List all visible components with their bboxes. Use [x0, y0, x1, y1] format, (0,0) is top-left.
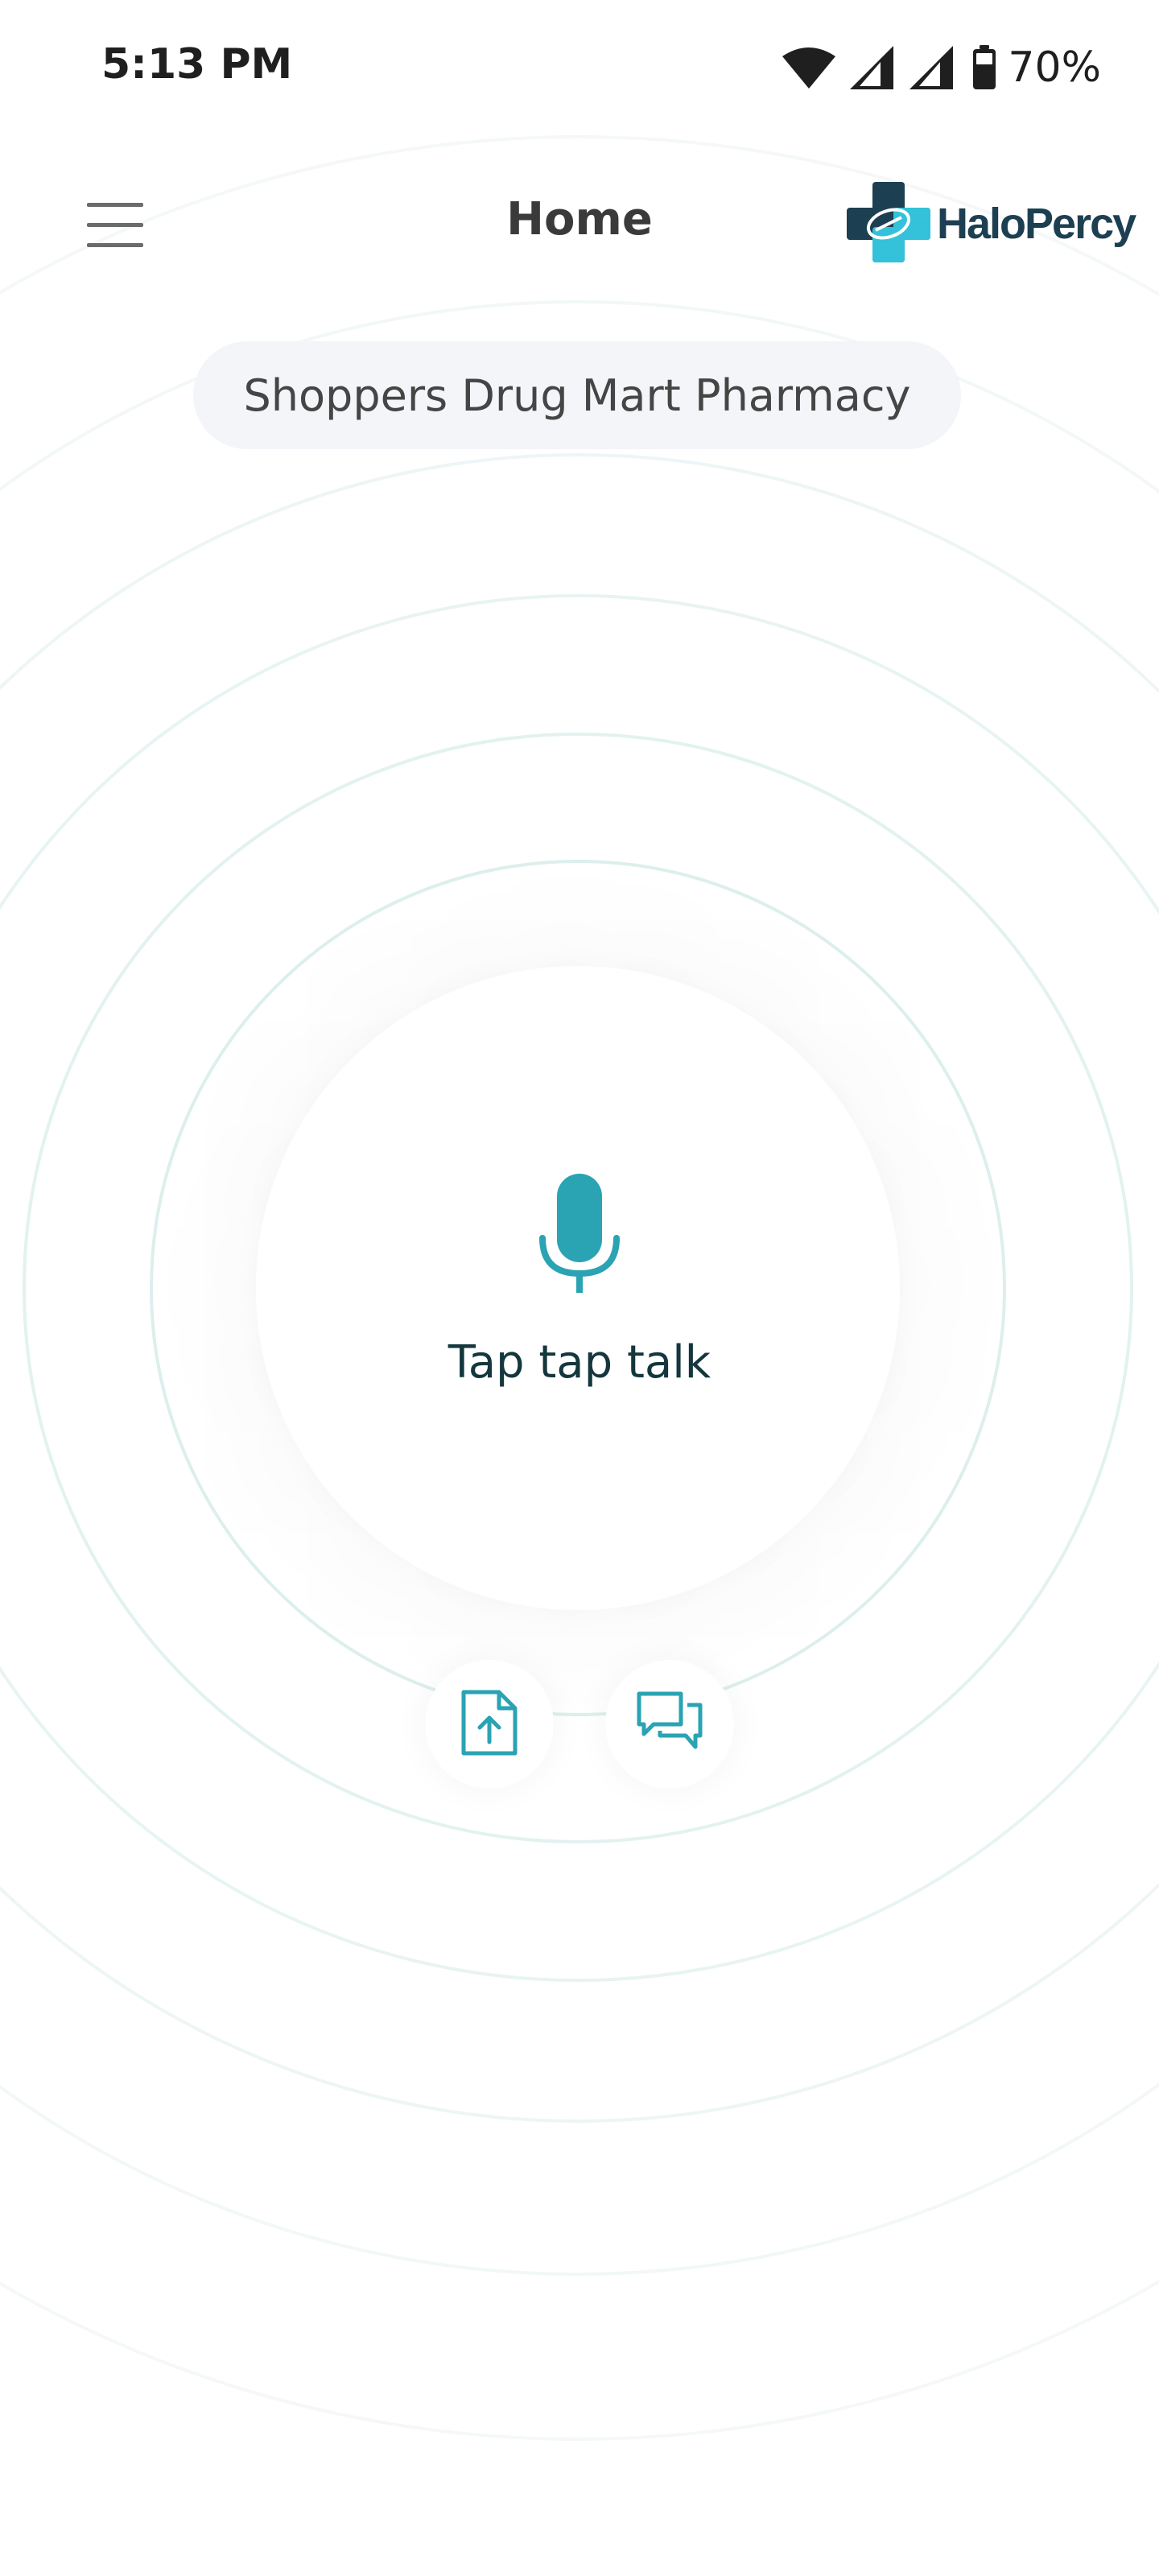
- hamburger-menu-icon[interactable]: [84, 198, 148, 253]
- status-icons: 70%: [781, 42, 1101, 93]
- status-time: 5:13 PM: [101, 40, 293, 89]
- status-bar: 5:13 PM 70%: [0, 0, 1159, 137]
- halopercy-logo: HaloPercy: [843, 177, 1136, 270]
- page-title: Home: [506, 193, 653, 246]
- logo-text: HaloPercy: [937, 200, 1136, 248]
- cell-signal-icon: [908, 44, 955, 91]
- battery-icon: [972, 45, 996, 90]
- upload-file-button[interactable]: [425, 1660, 554, 1789]
- voice-talk-label: Tap tap talk: [448, 1336, 711, 1389]
- medical-cross-logo-icon: [843, 177, 934, 270]
- chat-bubbles-icon: [636, 1690, 703, 1758]
- file-upload-icon: [460, 1689, 518, 1760]
- cell-signal-icon: [848, 44, 895, 91]
- battery-percentage: 70%: [1008, 43, 1101, 92]
- chat-button[interactable]: [605, 1660, 734, 1789]
- wifi-icon: [781, 45, 837, 90]
- microphone-icon: [539, 1174, 620, 1293]
- pharmacy-selector[interactable]: Shoppers Drug Mart Pharmacy: [193, 341, 961, 449]
